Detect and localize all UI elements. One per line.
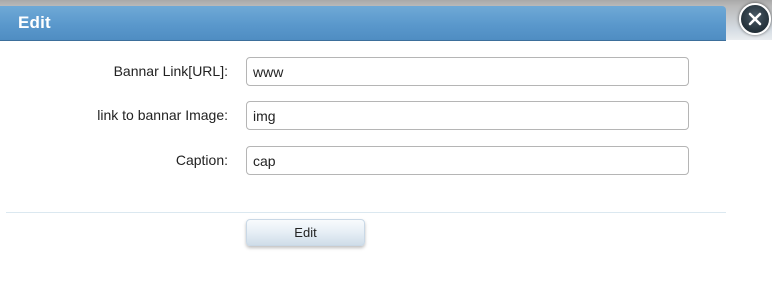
banner-image-input[interactable] xyxy=(246,101,689,130)
edit-dialog: Edit Bannar Link[URL]: link to bannar Im… xyxy=(0,0,772,291)
dialog-body: Bannar Link[URL]: link to bannar Image: … xyxy=(0,41,726,291)
banner-link-input[interactable] xyxy=(246,57,689,86)
edit-submit-button[interactable]: Edit xyxy=(246,219,365,246)
dialog-title: Edit xyxy=(18,13,51,32)
close-icon xyxy=(748,12,762,26)
form-row-caption: Caption: xyxy=(0,146,726,176)
form-row-banner-image: link to bannar Image: xyxy=(0,101,726,131)
caption-input[interactable] xyxy=(246,146,689,175)
close-button[interactable] xyxy=(739,3,771,35)
form-row-banner-link: Bannar Link[URL]: xyxy=(0,57,726,87)
form-divider xyxy=(6,212,726,213)
dialog-titlebar[interactable]: Edit xyxy=(0,6,726,41)
caption-label: Caption: xyxy=(175,152,228,168)
banner-link-label: Bannar Link[URL]: xyxy=(113,63,228,79)
banner-image-label: link to bannar Image: xyxy=(97,107,228,123)
